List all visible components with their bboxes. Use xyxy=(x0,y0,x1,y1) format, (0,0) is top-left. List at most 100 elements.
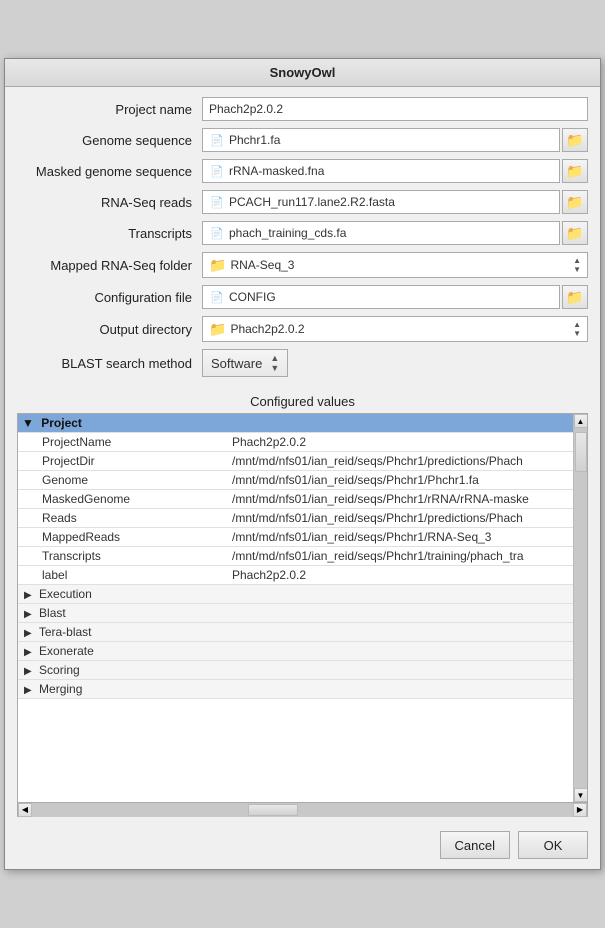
genome-sequence-label: Genome sequence xyxy=(17,133,202,148)
masked-browse-button[interactable]: 📁 xyxy=(562,159,588,183)
masked-genome-label: Masked genome sequence xyxy=(17,164,202,179)
expand-icon: ▶ xyxy=(24,666,32,677)
file-icon-config: 📄 xyxy=(209,289,225,305)
config-browse-button[interactable]: 📁 xyxy=(562,285,588,309)
section-name: Scoring xyxy=(39,663,80,677)
expand-icon: ▶ xyxy=(24,647,32,658)
folder-icon-genome: 📁 xyxy=(566,132,583,149)
tree-table[interactable]: ▼ Project ProjectName Phach2p2.0.2Projec… xyxy=(18,414,573,802)
table-row[interactable]: Genome /mnt/md/nfs01/ian_reid/seqs/Phchr… xyxy=(18,471,573,490)
folder-icon-masked: 📁 xyxy=(566,163,583,180)
folder-icon-config: 📁 xyxy=(566,289,583,306)
genome-browse-button[interactable]: 📁 xyxy=(562,128,588,152)
h-scroll-right-button[interactable]: ▶ xyxy=(573,803,587,817)
table-row[interactable]: Transcripts /mnt/md/nfs01/ian_reid/seqs/… xyxy=(18,547,573,566)
down-arrow-output: ▼ xyxy=(573,329,581,338)
row-value: /mnt/md/nfs01/ian_reid/seqs/Phchr1/train… xyxy=(228,547,573,566)
table-row[interactable]: label Phach2p2.0.2 xyxy=(18,566,573,585)
folder-icon-rnaseq: 📁 xyxy=(566,194,583,211)
section-row[interactable]: ▶ Merging xyxy=(18,680,573,699)
section-label: ▶ Tera-blast xyxy=(18,623,573,642)
up-arrow-blast: ▲ xyxy=(270,353,279,363)
row-value: /mnt/md/nfs01/ian_reid/seqs/Phchr1/predi… xyxy=(228,509,573,528)
output-dir-value: 📁 Phach2p2.0.2 xyxy=(209,321,305,338)
section-row[interactable]: ▶ Execution xyxy=(18,585,573,604)
masked-genome-row: Masked genome sequence 📄 rRNA-masked.fna… xyxy=(17,159,588,183)
row-key: Genome xyxy=(18,471,228,490)
configured-title: Configured values xyxy=(17,390,588,413)
h-scroll-left-button[interactable]: ◀ xyxy=(18,803,32,817)
dialog-buttons: Cancel OK xyxy=(5,825,600,869)
row-value: Phach2p2.0.2 xyxy=(228,566,573,585)
genome-sequence-input[interactable]: 📄 Phchr1.fa xyxy=(202,128,560,152)
expand-icon: ▶ xyxy=(24,685,32,696)
table-row[interactable]: MaskedGenome /mnt/md/nfs01/ian_reid/seqs… xyxy=(18,490,573,509)
row-value: /mnt/md/nfs01/ian_reid/seqs/Phchr1/rRNA/… xyxy=(228,490,573,509)
row-key: Transcripts xyxy=(18,547,228,566)
expand-icon: ▶ xyxy=(24,590,32,601)
table-row[interactable]: MappedReads /mnt/md/nfs01/ian_reid/seqs/… xyxy=(18,528,573,547)
row-value: /mnt/md/nfs01/ian_reid/seqs/Phchr1/predi… xyxy=(228,452,573,471)
blast-method-select[interactable]: Software ▲ ▼ xyxy=(202,349,288,377)
folder-icon-mapped: 📁 xyxy=(209,257,226,274)
transcripts-input[interactable]: 📄 phach_training_cds.fa xyxy=(202,221,560,245)
config-file-input[interactable]: 📄 CONFIG xyxy=(202,285,560,309)
horizontal-scrollbar[interactable]: ◀ ▶ xyxy=(17,803,588,817)
down-arrow: ▼ xyxy=(573,265,581,274)
section-row[interactable]: ▶ Exonerate xyxy=(18,642,573,661)
rnaseq-reads-value: PCACH_run117.lane2.R2.fasta xyxy=(229,195,395,209)
row-value: /mnt/md/nfs01/ian_reid/seqs/Phchr1/Phchr… xyxy=(228,471,573,490)
section-row[interactable]: ▶ Scoring xyxy=(18,661,573,680)
genome-sequence-row: Genome sequence 📄 Phchr1.fa 📁 xyxy=(17,128,588,152)
project-name-input[interactable]: Phach2p2.0.2 xyxy=(202,97,588,121)
scroll-thumb[interactable] xyxy=(575,432,587,472)
project-name-value: Phach2p2.0.2 xyxy=(209,102,283,116)
scroll-track[interactable] xyxy=(574,428,588,788)
folder-icon-transcripts: 📁 xyxy=(566,225,583,242)
h-scroll-thumb[interactable] xyxy=(248,804,298,816)
scroll-up-button[interactable]: ▲ xyxy=(574,414,588,428)
table-row[interactable]: ProjectName Phach2p2.0.2 xyxy=(18,433,573,452)
scroll-down-button[interactable]: ▼ xyxy=(574,788,588,802)
output-dir-row: Output directory 📁 Phach2p2.0.2 ▲ ▼ xyxy=(17,316,588,342)
row-key: MaskedGenome xyxy=(18,490,228,509)
h-scroll-track[interactable] xyxy=(32,803,573,817)
mapped-folder-value: 📁 RNA-Seq_3 xyxy=(209,257,294,274)
form-area: Project name Phach2p2.0.2 Genome sequenc… xyxy=(5,87,600,390)
table-row[interactable]: Reads /mnt/md/nfs01/ian_reid/seqs/Phchr1… xyxy=(18,509,573,528)
up-arrow-output: ▲ xyxy=(573,320,581,329)
mapped-folder-input-wrap: 📁 RNA-Seq_3 ▲ ▼ xyxy=(202,252,588,278)
rnaseq-reads-input[interactable]: 📄 PCACH_run117.lane2.R2.fasta xyxy=(202,190,560,214)
table-row[interactable]: ProjectDir /mnt/md/nfs01/ian_reid/seqs/P… xyxy=(18,452,573,471)
rnaseq-reads-row: RNA-Seq reads 📄 PCACH_run117.lane2.R2.fa… xyxy=(17,190,588,214)
cancel-button[interactable]: Cancel xyxy=(440,831,510,859)
file-icon-genome: 📄 xyxy=(209,132,225,148)
mapped-folder-label: Mapped RNA-Seq folder xyxy=(17,258,202,273)
ok-button[interactable]: OK xyxy=(518,831,588,859)
project-name-row: Project name Phach2p2.0.2 xyxy=(17,97,588,121)
row-key: MappedReads xyxy=(18,528,228,547)
vertical-scrollbar[interactable]: ▲ ▼ xyxy=(573,414,587,802)
genome-sequence-input-wrap: 📄 Phchr1.fa 📁 xyxy=(202,128,588,152)
section-label: ▶ Merging xyxy=(18,680,573,699)
project-header-row[interactable]: ▼ Project xyxy=(18,414,573,433)
mapped-folder-dropdown[interactable]: 📁 RNA-Seq_3 ▲ ▼ xyxy=(202,252,588,278)
transcripts-row: Transcripts 📄 phach_training_cds.fa 📁 xyxy=(17,221,588,245)
file-icon-transcripts: 📄 xyxy=(209,225,225,241)
output-dir-dropdown[interactable]: 📁 Phach2p2.0.2 ▲ ▼ xyxy=(202,316,588,342)
output-dir-arrows: ▲ ▼ xyxy=(573,320,581,338)
folder-icon-output: 📁 xyxy=(209,321,226,338)
section-name: Exonerate xyxy=(39,644,94,658)
project-name-label: Project name xyxy=(17,102,202,117)
section-label: ▶ Exonerate xyxy=(18,642,573,661)
masked-genome-input-wrap: 📄 rRNA-masked.fna 📁 xyxy=(202,159,588,183)
project-name-input-wrap: Phach2p2.0.2 xyxy=(202,97,588,121)
row-key: ProjectDir xyxy=(18,452,228,471)
masked-genome-input[interactable]: 📄 rRNA-masked.fna xyxy=(202,159,560,183)
rnaseq-browse-button[interactable]: 📁 xyxy=(562,190,588,214)
transcripts-browse-button[interactable]: 📁 xyxy=(562,221,588,245)
blast-method-row: BLAST search method Software ▲ ▼ xyxy=(17,349,588,377)
mapped-folder-arrows: ▲ ▼ xyxy=(573,256,581,274)
section-row[interactable]: ▶ Blast xyxy=(18,604,573,623)
section-row[interactable]: ▶ Tera-blast xyxy=(18,623,573,642)
